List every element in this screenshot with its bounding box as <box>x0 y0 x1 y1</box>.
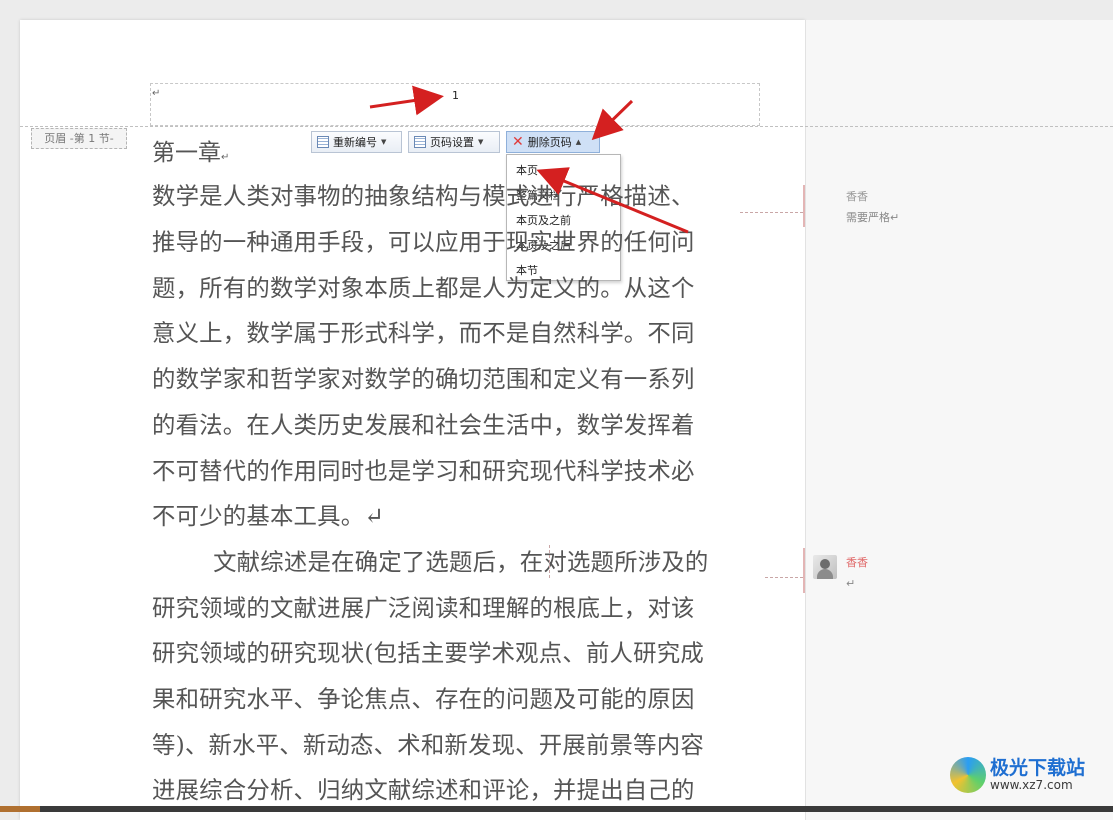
comment-text[interactable]: 需要严格↵ <box>846 209 899 225</box>
body-line: 意义上，数学属于形式科学，而不是自然科学。不同 <box>152 319 695 347</box>
chapter-title-text: 第一章 <box>152 140 221 166</box>
comment-connector <box>765 577 803 578</box>
page-number-settings-label: 页码设置 <box>430 136 474 149</box>
comment-marker <box>803 548 805 593</box>
page-settings-icon <box>414 136 426 148</box>
body-line: 文献综述是在确定了选题后，在对选题所涉及的 <box>152 548 709 576</box>
body-line: 推导的一种通用手段，可以应用于现实世界的任何问 <box>152 228 695 256</box>
page-number-settings-button[interactable]: 页码设置 ▼ <box>408 131 500 153</box>
body-line: 果和研究水平、争论焦点、存在的问题及可能的原因 <box>152 685 695 713</box>
chapter-para-mark: ↵ <box>221 152 230 163</box>
body-line: 不可少的基本工具。↵ <box>152 502 385 530</box>
comment-text[interactable]: ↵ <box>846 577 855 590</box>
renumber-button[interactable]: 重新编号 ▼ <box>311 131 402 153</box>
header-paragraph-mark: ↵ <box>152 88 161 99</box>
renumber-icon <box>317 136 329 148</box>
page-number[interactable]: 1 <box>452 89 459 102</box>
comment-author: 香香 <box>846 190 868 203</box>
watermark-logo-icon <box>950 757 986 793</box>
body-line: 的数学家和哲学家对数学的确切范围和定义有一系列 <box>152 365 695 393</box>
chapter-title: 第一章↵ <box>152 133 229 167</box>
body-line: 等)、新水平、新动态、术和新发现、开展前景等内容 <box>152 731 704 759</box>
watermark: 极光下载站 www.xz7.com <box>950 757 1085 793</box>
chevron-down-icon: ▼ <box>381 138 387 146</box>
chevron-up-icon: ▲ <box>575 138 582 146</box>
watermark-url: www.xz7.com <box>990 777 1073 792</box>
body-line: 数学是人类对事物的抽象结构与模式进行严格描述、 <box>152 182 695 210</box>
body-line: 的看法。在人类历史发展和社会生活中，数学发挥着 <box>152 411 695 439</box>
taskbar-strip <box>0 806 1113 812</box>
comment-connector <box>740 212 803 213</box>
comment-author: 香香 <box>846 556 868 569</box>
body-line: 题，所有的数学对象本质上都是人为定义的。从这个 <box>152 274 695 302</box>
renumber-label: 重新编号 <box>333 136 377 149</box>
comment-pane <box>805 20 1113 820</box>
chevron-down-icon: ▼ <box>478 138 484 146</box>
header-separator <box>20 126 1113 127</box>
body-line: 不可替代的作用同时也是学习和研究现代科学技术必 <box>152 457 695 485</box>
body-line: 研究领域的研究现状(包括主要学术观点、前人研究成 <box>152 639 704 667</box>
watermark-title: 极光下载站 <box>990 756 1086 779</box>
comment-anchor <box>549 545 550 578</box>
delete-x-icon: ✕ <box>512 134 524 150</box>
comment-marker <box>803 185 805 227</box>
body-line: 研究领域的文献进展广泛阅读和理解的根底上，对该 <box>152 594 695 622</box>
header-section-label: 页眉 -第 1 节- <box>31 128 127 149</box>
delete-page-number-button[interactable]: ✕ 删除页码 ▲ <box>506 131 600 153</box>
avatar <box>813 555 837 579</box>
delete-page-number-label: 删除页码 <box>527 136 572 149</box>
